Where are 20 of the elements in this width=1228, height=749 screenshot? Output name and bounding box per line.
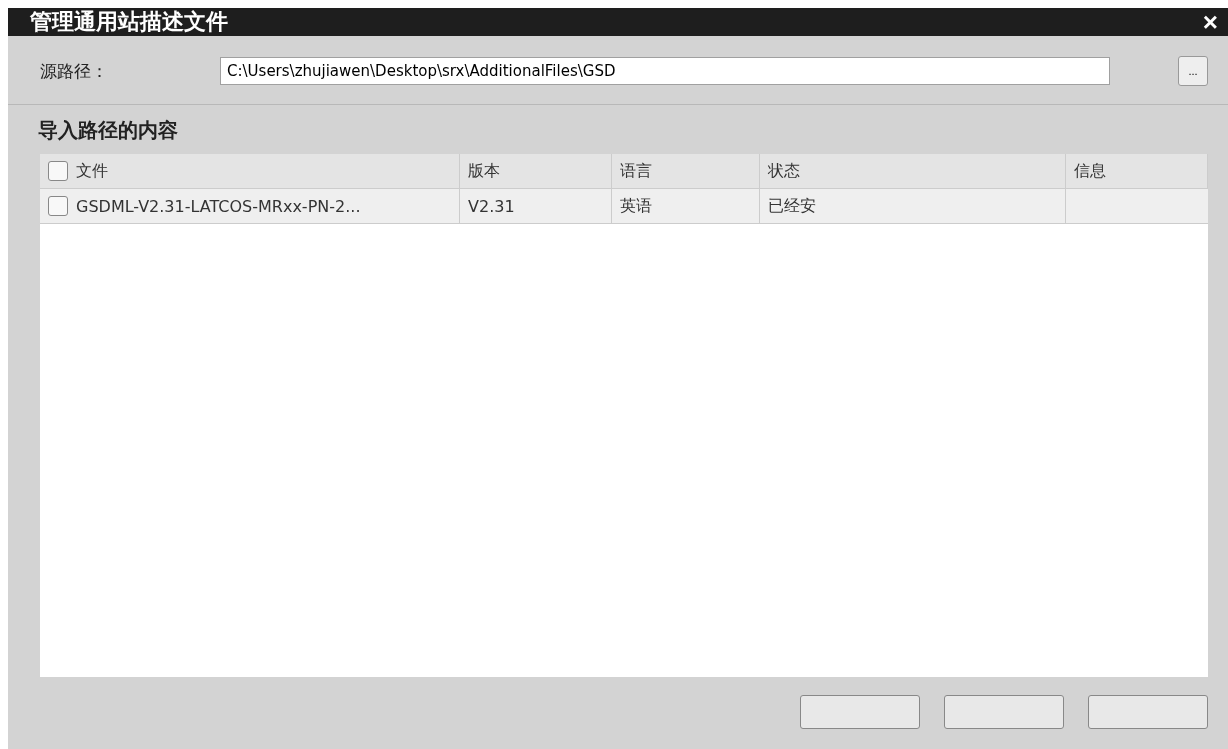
source-path-field[interactable]: C:\Users\zhujiawen\Desktop\srx\AdditionalFiles\GSD [220, 57, 1110, 85]
column-header-text: 信息 [1074, 160, 1106, 182]
window-title: 管理通用站描述文件 [30, 8, 228, 36]
dialog-button[interactable] [800, 695, 920, 729]
table-cell: 英语 [620, 195, 652, 217]
browse-button[interactable]: ... [1178, 56, 1208, 86]
table-cell: GSDML-V2.31-LATCOS-MRxx-PN-2... [76, 196, 361, 216]
select-all-checkbox[interactable] [48, 161, 68, 181]
table-cell: 已经安 [768, 195, 816, 217]
close-button[interactable]: × [1198, 9, 1222, 35]
dialog-button[interactable] [1088, 695, 1208, 729]
row-checkbox[interactable] [48, 196, 68, 216]
column-header-text: 语言 [620, 160, 652, 182]
column-header-text: 状态 [768, 160, 800, 182]
dialog-button[interactable] [944, 695, 1064, 729]
table-cell: V2.31 [468, 196, 515, 216]
column-header-text: 版本 [468, 160, 500, 182]
section-title: 导入路径的内容 [37, 117, 179, 144]
column-header-text: 文件 [76, 160, 108, 182]
source-path-label: 源路径： [40, 59, 109, 83]
